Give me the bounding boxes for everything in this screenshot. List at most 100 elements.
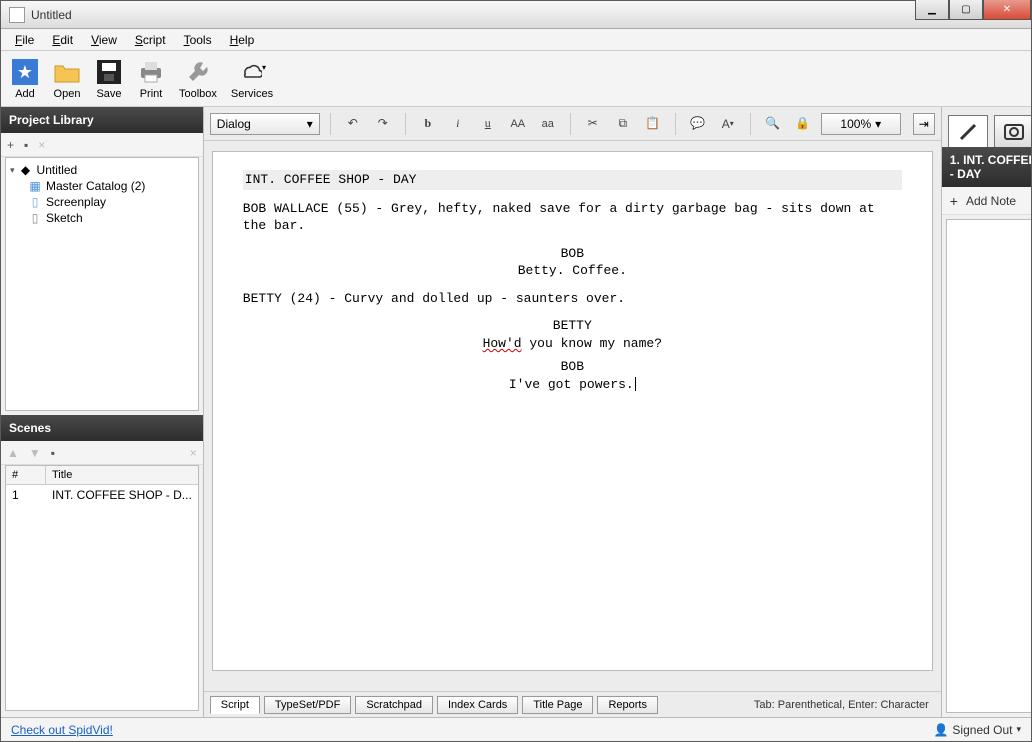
toolbox-button[interactable]: Toolbox [179,58,217,100]
add-project-icon[interactable]: + [7,138,14,152]
window-title: Untitled [31,8,72,22]
character-name[interactable]: BOB [243,245,902,263]
expand-icon[interactable]: ▾ [10,165,15,176]
save-button[interactable]: Save [95,58,123,100]
add-button[interactable]: ★ Add [11,58,39,100]
add-label: Add [15,88,35,100]
star-icon: ★ [11,58,39,86]
folder-icon [53,58,81,86]
zoom-combo[interactable]: 100% ▾ [821,113,901,135]
scenes-list[interactable]: # Title 1 INT. COFFEE SHOP - D... [5,465,199,711]
copy-button[interactable]: ⧉ [611,113,635,135]
underline-button[interactable]: u [476,113,500,135]
tab-scratchpad[interactable]: Scratchpad [355,696,433,714]
project-tree[interactable]: ▾ ◆ Untitled ▦ Master Catalog (2) ▯ Scre… [5,157,199,411]
menu-script[interactable]: Script [127,31,174,49]
spell-error[interactable]: How'd [483,336,522,351]
tree-item-catalog[interactable]: ▦ Master Catalog (2) [8,178,196,194]
notes-content[interactable] [946,219,1031,713]
paste-button[interactable]: 📋 [641,113,665,135]
add-note-button[interactable]: Add Note [966,194,1016,208]
minimize-button[interactable]: ▁ [915,0,949,20]
editor-area: Dialog ▾ ↶ ↷ b i u AA aa ✂ ⧉ 📋 💬 A▾ [204,107,942,717]
signin-status[interactable]: 👤 Signed Out ▾ [933,723,1021,737]
italic-button[interactable]: i [446,113,470,135]
tab-typeset[interactable]: TypeSet/PDF [264,696,351,714]
cloud-icon: ▾ [238,58,266,86]
bottom-tabs: Script TypeSet/PDF Scratchpad Index Card… [204,691,941,717]
zoom-value: 100% [840,117,871,131]
promo-link[interactable]: Check out SpidVid! [11,723,113,737]
action-text[interactable]: BETTY (24) - Curvy and dolled up - saunt… [243,290,902,308]
comment-button[interactable]: 💬 [686,113,710,135]
text-style-button[interactable]: A▾ [716,113,740,135]
cut-button[interactable]: ✂ [581,113,605,135]
folder-small-icon[interactable]: ▪ [24,138,28,152]
tab-indexcards[interactable]: Index Cards [437,696,518,714]
window-controls: ▁ ▢ ✕ [915,0,1031,20]
menu-file[interactable]: File [7,31,42,49]
menu-tools[interactable]: Tools [176,31,220,49]
right-panel-tools: + Add Note ▾ [942,187,1031,215]
tree-root[interactable]: ▾ ◆ Untitled [8,162,196,178]
redo-button[interactable]: ↷ [371,113,395,135]
media-tab[interactable] [994,115,1031,147]
menu-edit[interactable]: Edit [44,31,81,49]
close-scenes-icon[interactable]: × [190,446,197,460]
scenes-columns: # Title [6,466,198,485]
editor-toolbar: Dialog ▾ ↶ ↷ b i u AA aa ✂ ⧉ 📋 💬 A▾ [204,107,941,141]
open-label: Open [54,88,81,100]
project-icon: ◆ [19,163,33,177]
scene-heading[interactable]: INT. COFFEE SHOP - DAY [243,170,902,190]
right-tabs [942,107,1031,147]
app-window: Untitled ▁ ▢ ✕ File Edit View Script Too… [0,0,1032,742]
dialog-text[interactable]: Betty. Coffee. [422,262,722,280]
services-button[interactable]: ▾ Services [231,58,273,100]
element-type-combo[interactable]: Dialog ▾ [210,113,320,135]
script-page[interactable]: INT. COFFEE SHOP - DAY BOB WALLACE (55) … [212,151,933,671]
tree-item-label: Master Catalog (2) [46,179,145,193]
tab-titlepage[interactable]: Title Page [522,696,593,714]
open-button[interactable]: Open [53,58,81,100]
scene-card-icon[interactable]: ▪ [51,446,55,460]
status-hint: Tab: Parenthetical, Enter: Character [754,699,935,711]
menu-view[interactable]: View [83,31,125,49]
dialog-text[interactable]: I've got powers. [422,376,722,394]
action-text[interactable]: BOB WALLACE (55) - Grey, hefty, naked sa… [243,200,902,235]
move-up-icon[interactable]: ▲ [7,446,19,460]
close-button[interactable]: ✕ [983,0,1031,20]
col-title[interactable]: Title [46,466,198,484]
tab-script[interactable]: Script [210,696,260,714]
dialog-text[interactable]: How'd you know my name? [422,335,722,353]
project-library-header: Project Library [1,107,203,133]
find-button[interactable]: 🔍 [761,113,785,135]
uppercase-button[interactable]: AA [506,113,530,135]
chevron-down-icon: ▾ [875,117,881,131]
notes-tab[interactable] [948,115,988,147]
main-area: Project Library + ▪ × ▾ ◆ Untitled ▦ Mas… [1,107,1031,717]
title-bar: Untitled ▁ ▢ ✕ [1,1,1031,29]
tree-item-screenplay[interactable]: ▯ Screenplay [8,194,196,210]
maximize-button[interactable]: ▢ [949,0,983,20]
add-note-icon[interactable]: + [950,193,958,209]
print-button[interactable]: Print [137,58,165,100]
menu-help[interactable]: Help [222,31,263,49]
undo-button[interactable]: ↶ [341,113,365,135]
tree-item-sketch[interactable]: ▯ Sketch [8,210,196,226]
scene-row[interactable]: 1 INT. COFFEE SHOP - D... [6,485,198,505]
user-icon: 👤 [933,723,948,737]
page-scroll[interactable]: INT. COFFEE SHOP - DAY BOB WALLACE (55) … [204,141,941,691]
lock-button[interactable]: 🔒 [791,113,815,135]
tab-reports[interactable]: Reports [597,696,658,714]
right-panel-title: 1. INT. COFFEE SHOP - DAY [942,147,1031,187]
character-name[interactable]: BOB [243,358,902,376]
sketch-icon: ▯ [28,211,42,225]
toggle-panel-button[interactable]: ⇥ [913,113,935,135]
remove-project-icon[interactable]: × [38,138,45,152]
right-panel: 1. INT. COFFEE SHOP - DAY + Add Note ▾ [942,107,1031,717]
col-number[interactable]: # [6,466,46,484]
move-down-icon[interactable]: ▼ [29,446,41,460]
bold-button[interactable]: b [416,113,440,135]
lowercase-button[interactable]: aa [536,113,560,135]
character-name[interactable]: BETTY [243,317,902,335]
